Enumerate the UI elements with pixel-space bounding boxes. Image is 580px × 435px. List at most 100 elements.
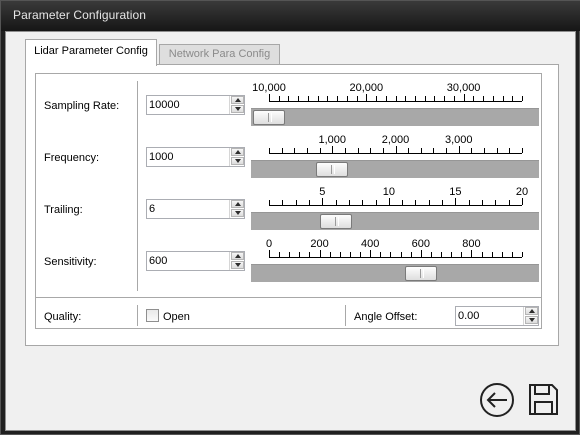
slider-thumb[interactable] — [253, 110, 285, 125]
spin-up-button[interactable] — [231, 200, 244, 208]
divider — [35, 328, 541, 329]
trailing-label: Trailing: — [44, 204, 83, 216]
back-button[interactable] — [477, 380, 517, 420]
tab-lidar-parameter-config[interactable]: Lidar Parameter Config — [25, 39, 157, 66]
scale-tick — [269, 200, 270, 205]
quality-open-checkbox[interactable] — [146, 309, 159, 322]
scale-major-tick — [269, 94, 270, 101]
scale-tick — [491, 252, 493, 257]
trailing-value[interactable]: 6 — [149, 203, 155, 215]
divider — [35, 73, 541, 74]
scale-tick — [446, 148, 448, 153]
divider — [35, 73, 36, 329]
scale-tick — [522, 148, 523, 153]
scale-tick — [309, 252, 311, 257]
spin-down-button[interactable] — [231, 105, 244, 113]
scale-tick — [512, 96, 514, 101]
scale-tick — [461, 252, 463, 257]
spin-down-button[interactable] — [231, 209, 244, 217]
scale-tick — [434, 96, 436, 101]
scale-axis — [269, 205, 522, 206]
spin-down-button[interactable] — [231, 157, 244, 165]
scale-tick — [468, 200, 470, 205]
scale-tick — [501, 252, 503, 257]
title-bar[interactable]: Parameter Configuration — [1, 1, 580, 31]
scale-tick-label: 15 — [449, 186, 462, 198]
scale-tick — [281, 148, 283, 153]
save-floppy-icon — [529, 384, 558, 415]
scale-tick-label: 3,000 — [444, 134, 473, 146]
scale-tick — [484, 148, 486, 153]
scale-tick-label: 20,000 — [349, 82, 384, 94]
scale-tick — [433, 148, 435, 153]
frequency-slider[interactable] — [251, 160, 539, 178]
scale-tick-label: 20 — [515, 186, 529, 198]
spin-up-button[interactable] — [525, 307, 538, 315]
scale-tick — [380, 252, 382, 257]
slider-thumb[interactable] — [319, 214, 352, 229]
scale-tick — [482, 200, 484, 205]
angle-offset-spinbox[interactable]: 0.00 — [455, 306, 539, 326]
window: Parameter Configuration Lidar Parameter … — [0, 0, 580, 435]
scale-major-tick — [269, 250, 270, 257]
scale-tick — [430, 252, 432, 257]
save-button[interactable] — [523, 380, 563, 420]
scale-tick — [511, 252, 513, 257]
scale-tick — [299, 252, 301, 257]
scale-tick — [289, 252, 291, 257]
scale-tick — [395, 96, 397, 101]
back-arrow-icon — [480, 383, 514, 417]
spin-buttons — [523, 307, 538, 325]
scale-tick-label: 0 — [265, 238, 273, 250]
sensitivity-slider[interactable] — [251, 264, 539, 282]
scale-tick — [357, 148, 359, 153]
spin-down-button[interactable] — [525, 316, 538, 324]
scale-major-tick — [458, 146, 460, 153]
spin-down-button[interactable] — [231, 261, 244, 269]
frequency-value[interactable]: 1000 — [149, 151, 173, 163]
scale-tick-label: 10 — [382, 186, 395, 198]
scale-tick — [356, 96, 358, 101]
tab-network-para-config[interactable]: Network Para Config — [159, 44, 280, 64]
scale-tick — [390, 252, 392, 257]
spin-buttons — [229, 252, 244, 270]
scale-tick-label: 10,000 — [252, 82, 286, 94]
divider — [137, 305, 138, 326]
scale-tick — [509, 148, 511, 153]
quality-open-label[interactable]: Open — [163, 311, 190, 323]
scale-tick — [337, 96, 339, 101]
scale-major-tick — [319, 250, 321, 257]
scale-tick — [370, 148, 372, 153]
spin-up-button[interactable] — [231, 148, 244, 156]
scale-tick — [319, 148, 321, 153]
spin-up-button[interactable] — [231, 96, 244, 104]
trailing-spinbox[interactable]: 6 — [146, 199, 245, 219]
sensitivity-value[interactable]: 600 — [149, 255, 167, 267]
scale-tick — [414, 96, 416, 101]
divider — [345, 305, 346, 326]
trailing-slider[interactable] — [251, 212, 539, 230]
scale-tick — [471, 148, 473, 153]
quality-label: Quality: — [44, 311, 82, 323]
slider-thumb[interactable] — [404, 266, 437, 281]
scale-tick — [348, 200, 350, 205]
scale-tick — [428, 200, 430, 205]
scale-tick — [282, 200, 284, 205]
angle-offset-value[interactable]: 0.00 — [458, 310, 479, 322]
sensitivity-spinbox[interactable]: 600 — [146, 251, 245, 271]
scale-major-tick — [471, 250, 473, 257]
sensitivity-label: Sensitivity: — [44, 256, 97, 268]
spin-up-button[interactable] — [231, 252, 244, 260]
window-title: Parameter Configuration — [13, 8, 147, 22]
divider — [137, 81, 138, 291]
frequency-spinbox[interactable]: 1000 — [146, 147, 245, 167]
scale-tick — [375, 200, 377, 205]
scale-major-tick — [395, 146, 397, 153]
scale-tick-label: 2,000 — [381, 134, 410, 146]
slider-thumb[interactable] — [316, 162, 349, 177]
scale-tick — [335, 200, 337, 205]
sampling-rate-value[interactable]: 10000 — [149, 99, 180, 111]
sampling-rate-spinbox[interactable]: 10000 — [146, 95, 245, 115]
sampling-rate-slider[interactable] — [251, 108, 539, 126]
scale-tick — [317, 96, 319, 101]
